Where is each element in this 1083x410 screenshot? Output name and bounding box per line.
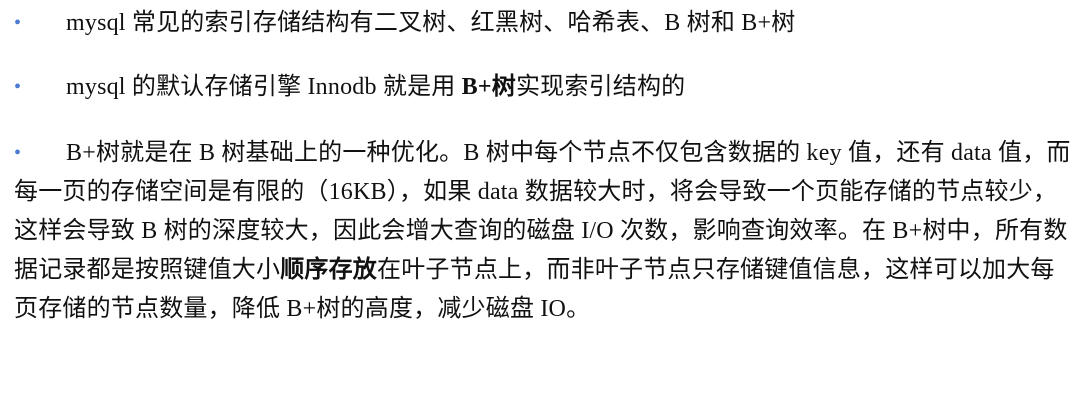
bullet-item-innodb: • mysql 的默认存储引擎 Innodb 就是用 B+树实现索引结构的 bbox=[14, 68, 1073, 107]
bullet-icon: • bbox=[14, 142, 22, 164]
item-text-bold: 顺序存放 bbox=[280, 257, 378, 283]
bullet-icon: • bbox=[14, 12, 22, 34]
item-text: mysql 常见的索引存储结构有二叉树、红黑树、哈希表、B 树和 B+树 bbox=[66, 10, 796, 36]
bullet-icon: • bbox=[14, 76, 22, 98]
item-text-suffix: 实现索引结构的 bbox=[515, 74, 686, 100]
document-body: • mysql 常见的索引存储结构有二叉树、红黑树、哈希表、B 树和 B+树 • m… bbox=[0, 0, 1083, 410]
item-text-prefix: mysql 的默认存储引擎 Innodb 就是用 bbox=[66, 74, 462, 100]
bullet-item-bplus-tree-explanation: • B+树就是在 B 树基础上的一种优化。B 树中每个节点不仅包含数据的 key … bbox=[14, 134, 1073, 329]
item-text-bold: B+树 bbox=[461, 74, 516, 100]
bullet-item-index-structures: • mysql 常见的索引存储结构有二叉树、红黑树、哈希表、B 树和 B+树 bbox=[14, 4, 1073, 43]
